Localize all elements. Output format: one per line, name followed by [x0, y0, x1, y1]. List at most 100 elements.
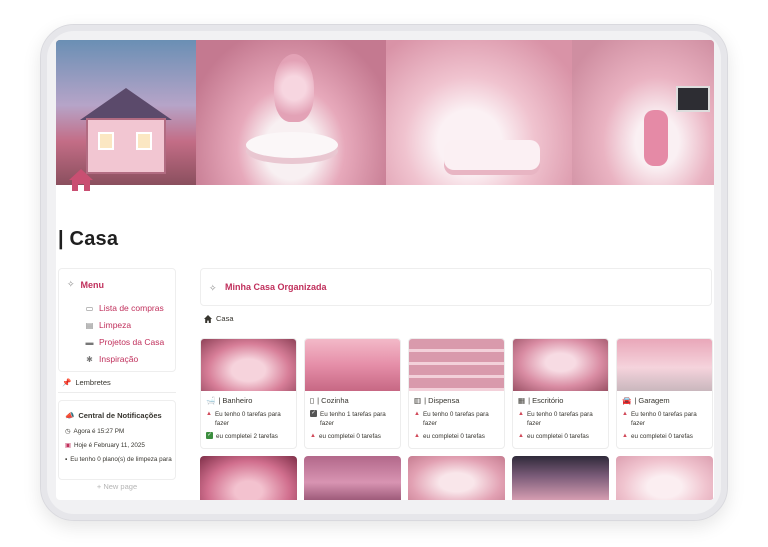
blossom-tree-illustration	[274, 54, 314, 122]
gallery-card-escritorio[interactable]: ▦ | Escritório ▲ Eu tenho 0 tarefas para f…	[512, 338, 609, 449]
card-cover-image	[617, 339, 712, 391]
card-title: ▥ | Dispensa	[414, 396, 459, 405]
dining-table-illustration	[246, 132, 338, 158]
card-title-label: | Cozinha	[317, 396, 349, 405]
sparkle-icon: ✧	[209, 283, 217, 293]
gallery-card-row2[interactable]	[616, 456, 713, 500]
menu-item-lista-de-compras[interactable]: ▭ Lista de compras	[85, 303, 164, 313]
card-done-line: ✓ eu completei 2 tarefas	[206, 432, 292, 441]
menu-item-label: Lista de compras	[99, 303, 164, 313]
chair-illustration	[644, 110, 668, 166]
page-title[interactable]: | Casa	[58, 228, 118, 251]
house-illustration	[74, 80, 178, 176]
menu-header: ✧ Menu	[67, 279, 104, 290]
warning-triangle-icon: ▲	[622, 411, 628, 417]
reminders-toggle[interactable]: 📌 Lembretes	[62, 378, 111, 387]
reminders-label: Lembretes	[75, 378, 111, 387]
card-cover-image	[513, 339, 608, 391]
gallery-card-banheiro[interactable]: 🛁 | Banheiro ▲ Eu tenho 0 tarefas para faz…	[200, 338, 297, 449]
notification-line-cleaning: ▪ Eu tenho 0 plano(s) de limpeza para	[65, 456, 172, 463]
card-todo-line: ▲ Eu tenho 0 tarefas para fazer	[622, 410, 708, 428]
new-page-button[interactable]: + New page	[58, 482, 176, 491]
notification-center: 📣 Central de Notificações ◷ Agora é 15:2…	[58, 400, 176, 480]
card-todo-text: Eu tenho 1 tarefas para fazer	[320, 411, 386, 427]
notification-line-date: ▣ Hoje é February 11, 2025	[65, 442, 145, 449]
square-icon: ▪	[65, 456, 68, 463]
notification-text: Eu tenho 0 plano(s) de limpeza para	[70, 456, 172, 463]
card-done-text: eu completei 0 tarefas	[526, 433, 589, 440]
menu-title: Menu	[80, 279, 105, 290]
card-title: ▦ | Escritório	[518, 396, 563, 405]
gallery-card-garagem[interactable]: 🚘 | Garagem ▲ Eu tenho 0 tarefas para faze…	[616, 338, 713, 449]
warning-triangle-icon: ▲	[206, 411, 212, 417]
sparkle-icon: ✧	[67, 279, 75, 289]
card-todo-text: Eu tenho 0 tarefas para fazer	[630, 411, 697, 427]
gallery-card-row2[interactable]	[512, 456, 609, 500]
menu-item-label: Projetos da Casa	[99, 337, 165, 347]
card-todo-text: Eu tenho 0 tarefas para fazer	[422, 411, 489, 427]
checkbox-icon: ✓	[310, 410, 317, 417]
card-cover-image	[409, 339, 504, 391]
divider	[58, 392, 176, 393]
gallery-card-cozinha[interactable]: ▯ | Cozinha ✓ Eu tenho 1 tarefas para faze…	[304, 338, 401, 449]
warning-triangle-icon: ▲	[414, 433, 420, 439]
warning-triangle-icon: ▲	[414, 411, 420, 417]
cover-image	[56, 40, 714, 185]
shelf-icon: ▥	[414, 396, 422, 405]
warning-triangle-icon: ▲	[622, 433, 628, 439]
card-title: ▯ | Cozinha	[310, 396, 349, 405]
warning-triangle-icon: ▲	[518, 433, 524, 439]
menu-item-projetos-da-casa[interactable]: ▬ Projetos da Casa	[85, 337, 165, 347]
clock-icon: ◷	[65, 428, 71, 435]
card-title-label: | Garagem	[634, 396, 670, 405]
card-done-line: ▲ eu completei 0 tarefas	[518, 432, 604, 441]
gallery-card-dispensa[interactable]: ▥ | Dispensa ▲ Eu tenho 0 tarefas para faz…	[408, 338, 505, 449]
car-icon: 🚘	[622, 396, 632, 405]
basket-icon: ▭	[85, 303, 94, 313]
card-done-line: ▲ eu completei 0 tarefas	[414, 432, 500, 441]
card-todo-line: ✓ Eu tenho 1 tarefas para fazer	[310, 410, 396, 428]
card-title: 🚘 | Garagem	[622, 396, 670, 405]
fridge-icon: ▯	[310, 396, 315, 405]
card-title-label: | Banheiro	[218, 396, 253, 405]
menu-item-limpeza[interactable]: ▤ Limpeza	[85, 320, 131, 330]
gallery-card-row2[interactable]	[304, 456, 401, 500]
card-done-text: eu completei 0 tarefas	[422, 433, 485, 440]
couch-icon: ▬	[85, 337, 94, 347]
pin-icon: 📌	[62, 378, 72, 387]
card-done-text: eu completei 0 tarefas	[318, 433, 381, 440]
notification-title-label: Central de Notificações	[78, 411, 162, 420]
menu-item-label: Limpeza	[99, 320, 132, 330]
calendar-icon: ▣	[65, 442, 71, 449]
card-done-line: ▲ eu completei 0 tarefas	[310, 432, 396, 441]
card-title: 🛁 | Banheiro	[206, 396, 252, 405]
card-done-text: eu completei 0 tarefas	[630, 433, 693, 440]
card-title-label: | Dispensa	[424, 396, 460, 405]
check-icon: ✓	[206, 432, 213, 439]
card-todo-line: ▲ Eu tenho 0 tarefas para fazer	[518, 410, 604, 428]
warning-triangle-icon: ▲	[518, 411, 524, 417]
menu-callout: ✧ Menu ▭ Lista de compras ▤ Limpeza ▬ Pr…	[58, 268, 176, 372]
card-todo-text: Eu tenho 0 tarefas para fazer	[526, 411, 593, 427]
house-icon[interactable]	[68, 167, 94, 193]
notification-text: Agora é 15:27 PM	[73, 428, 125, 435]
breadcrumb-label: Casa	[216, 314, 234, 323]
card-title-label: | Escritório	[528, 396, 564, 405]
callout-title: Minha Casa Organizada	[225, 282, 327, 292]
breadcrumb[interactable]: Casa	[204, 314, 234, 323]
notion-page: | Casa ✧ Menu ▭ Lista de compras ▤ Limpe…	[56, 40, 714, 500]
cover-panel-office	[572, 40, 714, 185]
card-todo-line: ▲ Eu tenho 0 tarefas para fazer	[206, 410, 292, 428]
home-icon	[204, 314, 212, 323]
books-icon: ▦	[518, 396, 526, 405]
card-cover-image	[201, 339, 296, 391]
main-callout: ✧ Minha Casa Organizada	[200, 268, 712, 306]
gallery-card-row2[interactable]	[408, 456, 505, 500]
gallery-card-row2[interactable]	[200, 456, 297, 500]
menu-item-inspiracao[interactable]: ✱ Inspiração	[85, 354, 138, 364]
notification-text: Hoje é February 11, 2025	[73, 442, 145, 449]
bucket-icon: ▤	[85, 320, 94, 330]
card-done-text: eu completei 2 tarefas	[216, 433, 278, 440]
notification-line-time: ◷ Agora é 15:27 PM	[65, 428, 124, 435]
lightbulb-icon: ✱	[86, 354, 93, 364]
